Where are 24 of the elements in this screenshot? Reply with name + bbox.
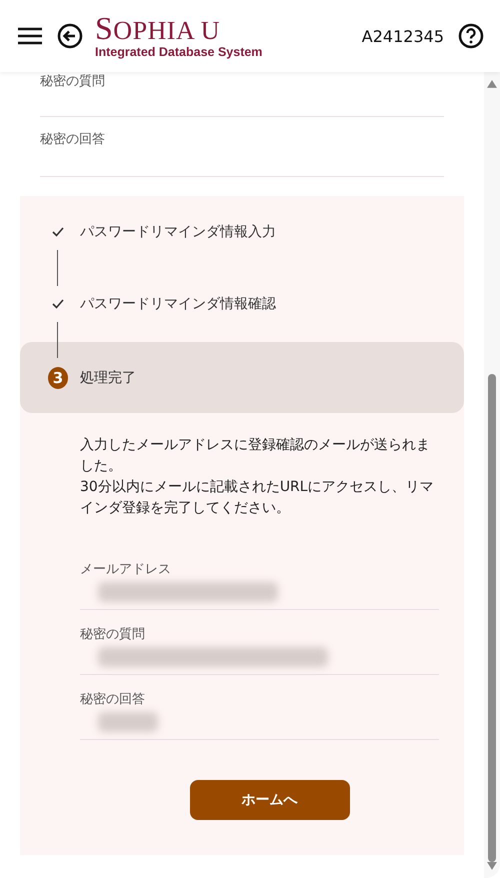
logo-title: SOPHIA U — [95, 14, 222, 44]
step-number: 3 — [48, 366, 68, 388]
field-label: 秘密の質問 — [80, 626, 146, 643]
back-icon[interactable] — [57, 23, 83, 49]
home-button[interactable]: ホームへ — [190, 780, 350, 820]
message-text: 入力したメールアドレスに登録確認のメールが送られました。 30分以内にメールに記載されたURLにアクセスし、リマインダ登録を完了してください。 — [80, 436, 435, 518]
user-id: A2412345 — [362, 26, 444, 46]
logo-subtitle: Integrated Database System — [95, 44, 262, 58]
scrollbar[interactable] — [484, 72, 500, 878]
field-label: メールアドレス — [80, 561, 172, 578]
check-icon — [52, 299, 64, 309]
field-label: 秘密の質問 — [40, 73, 105, 90]
field-label: 秘密の回答 — [80, 691, 146, 708]
step-label: 処理完了 — [80, 368, 136, 386]
step-label: パスワードリマインダ情報確認 — [80, 295, 276, 313]
scroll-up-icon[interactable] — [487, 80, 497, 88]
scrollbar-thumb[interactable] — [488, 374, 496, 862]
menu-icon[interactable] — [18, 27, 42, 45]
check-icon — [52, 227, 64, 237]
step-connector — [57, 250, 58, 286]
step-connector — [57, 322, 58, 358]
field-label: 秘密の回答 — [40, 131, 105, 148]
help-icon[interactable] — [458, 23, 484, 49]
step-label: パスワードリマインダ情報入力 — [80, 223, 276, 241]
